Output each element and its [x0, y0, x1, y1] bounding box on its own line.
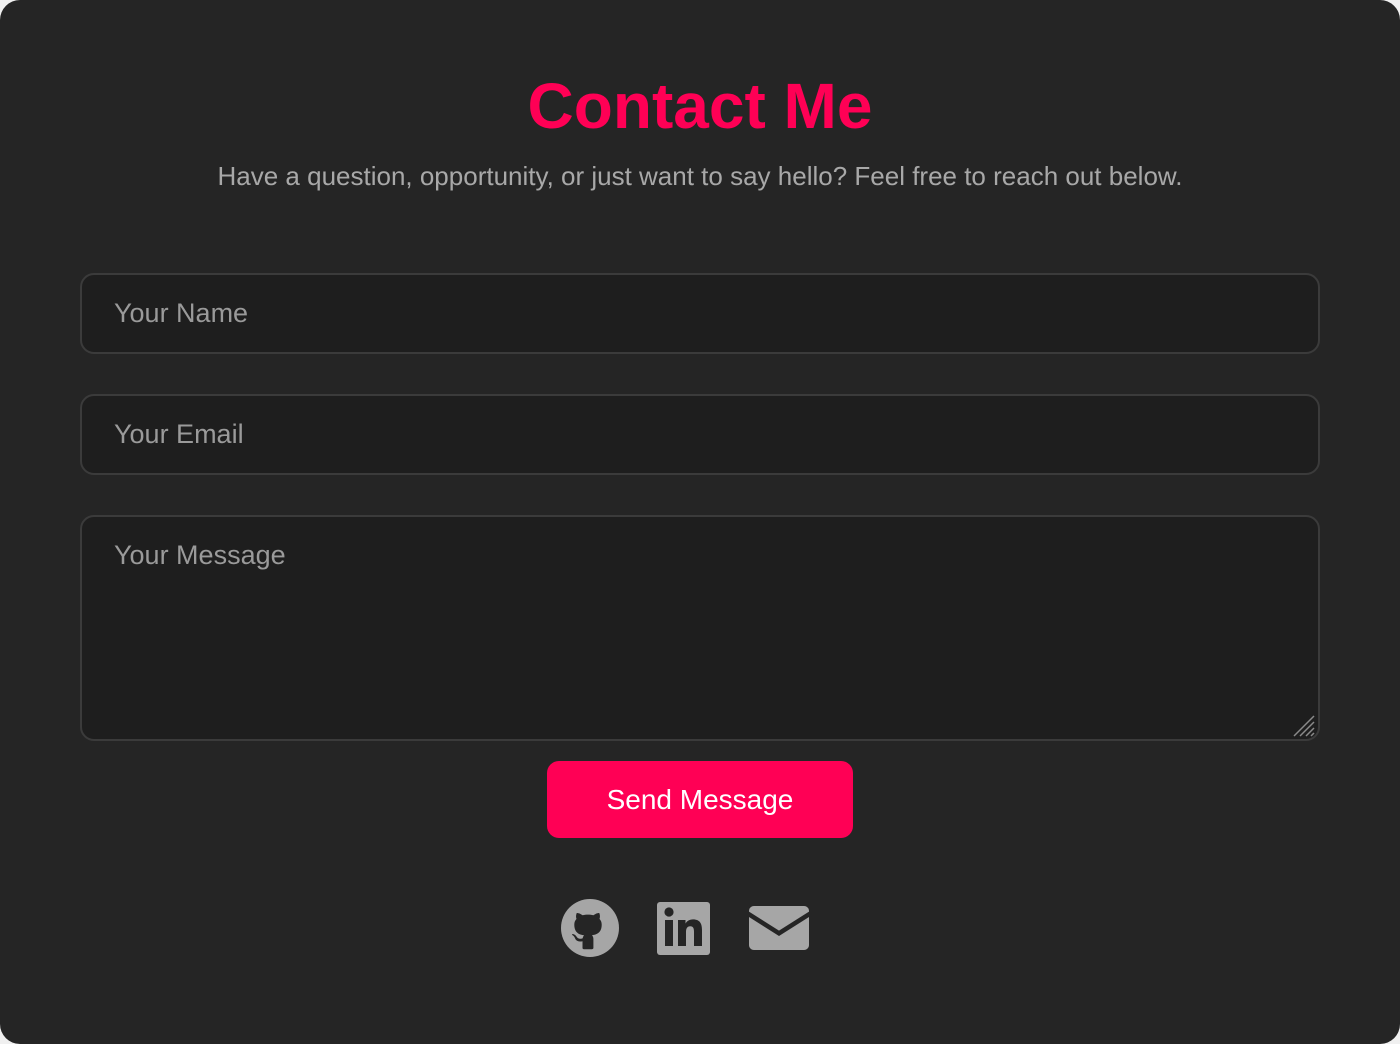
envelope-icon [749, 906, 809, 950]
email-link[interactable] [748, 898, 810, 958]
github-icon [561, 899, 619, 957]
github-link[interactable] [560, 898, 620, 958]
page-title: Contact Me [527, 70, 873, 142]
linkedin-icon [657, 902, 710, 955]
linkedin-link[interactable] [656, 898, 712, 958]
message-textarea[interactable] [80, 515, 1320, 741]
send-message-button[interactable]: Send Message [547, 761, 853, 838]
resize-handle[interactable] [1290, 712, 1316, 738]
contact-section: Contact Me Have a question, opportunity,… [0, 0, 1400, 1044]
email-input[interactable] [80, 394, 1320, 475]
name-input[interactable] [80, 273, 1320, 354]
page-subtitle: Have a question, opportunity, or just wa… [217, 161, 1183, 191]
